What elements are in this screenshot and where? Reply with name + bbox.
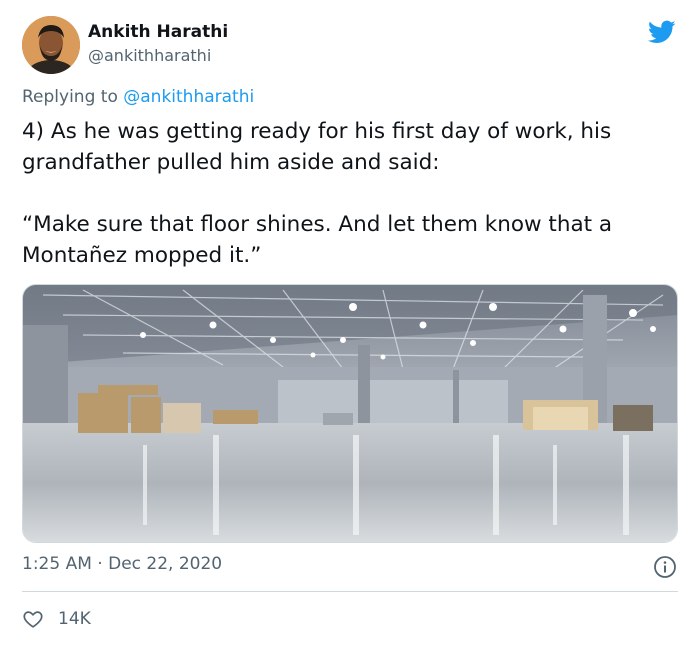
twitter-bird-icon[interactable] [646,18,678,46]
tweet-time: 1:25 AM [22,554,92,574]
tweet-text: 4) As he was getting ready for his first… [22,116,682,271]
warehouse-photo [23,285,677,542]
avatar-image [22,16,80,74]
timestamp-separator: · [97,554,103,574]
heart-icon [23,611,43,628]
info-icon[interactable] [653,555,677,579]
author-name[interactable]: Ankith Harathi [88,22,228,42]
tweet-paragraph-2: “Make sure that floor shines. And let th… [22,212,613,268]
author-handle[interactable]: @ankithharathi [88,46,211,65]
avatar[interactable] [22,16,80,74]
replying-prefix: Replying to [22,87,124,107]
tweet-media-image[interactable] [22,284,678,543]
replying-to: Replying to @ankithharathi [22,87,254,107]
tweet-card: Ankith Harathi @ankithharathi Replying t… [0,0,700,645]
like-count: 14K [58,609,91,629]
tweet-date: Dec 22, 2020 [108,554,223,574]
divider [22,591,678,592]
replying-to-link[interactable]: @ankithharathi [123,87,254,107]
tweet-paragraph-1: 4) As he was getting ready for his first… [22,119,612,175]
tweet-timestamp[interactable]: 1:25 AM · Dec 22, 2020 [22,554,222,574]
like-button[interactable]: 14K [22,607,91,631]
